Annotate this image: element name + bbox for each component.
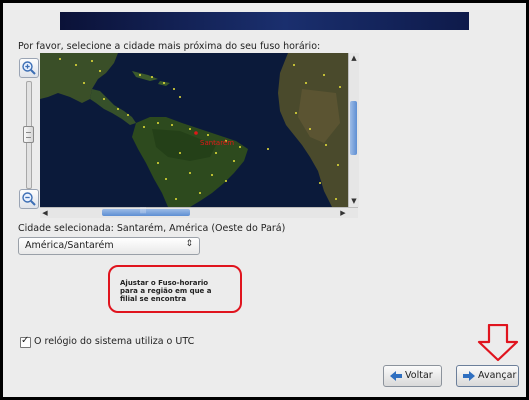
zoom-slider-handle[interactable] bbox=[23, 126, 34, 143]
utc-checkbox[interactable] bbox=[20, 335, 31, 348]
vertical-scroll-thumb[interactable] bbox=[350, 101, 357, 155]
scroll-down-icon[interactable]: ▼ bbox=[349, 196, 359, 207]
zoom-out-icon bbox=[22, 192, 36, 206]
selected-city-marker-label: Santarém bbox=[200, 139, 235, 147]
timezone-dropdown-value: América/Santarém bbox=[25, 240, 114, 251]
map-horizontal-scrollbar[interactable]: ◀ ▶ bbox=[40, 207, 358, 218]
timezone-dropdown[interactable]: América/Santarém ⇕ bbox=[18, 237, 200, 255]
world-map-image bbox=[40, 53, 348, 207]
zoom-in-icon bbox=[22, 61, 36, 75]
timezone-map[interactable]: Santarém bbox=[40, 53, 348, 207]
annotation-text: Ajustar o Fuso-horario para a região em … bbox=[120, 279, 212, 303]
back-button-label: Voltar bbox=[405, 370, 433, 381]
horizontal-scroll-thumb[interactable] bbox=[102, 207, 190, 216]
selected-city-label: Cidade selecionada: Santarém, América (O… bbox=[18, 223, 286, 234]
map-vertical-scrollbar[interactable]: ▲ ▼ bbox=[348, 53, 359, 207]
header-banner bbox=[60, 12, 469, 30]
utc-checkbox-label: O relógio do sistema utiliza o UTC bbox=[34, 336, 195, 347]
red-down-arrow-icon bbox=[477, 324, 519, 362]
annotation-callout: Ajustar o Fuso-horario para a região em … bbox=[108, 265, 242, 313]
installer-window: Por favor, selecione a cidade mais próxi… bbox=[3, 3, 526, 397]
scroll-left-icon[interactable]: ◀ bbox=[40, 208, 50, 218]
next-button-label: Avançar bbox=[478, 370, 517, 381]
scroll-up-icon[interactable]: ▲ bbox=[349, 53, 359, 64]
back-button[interactable]: Voltar bbox=[383, 365, 442, 387]
zoom-out-button[interactable] bbox=[19, 189, 39, 209]
next-button[interactable]: Avançar bbox=[456, 365, 519, 387]
scroll-right-icon[interactable]: ▶ bbox=[338, 208, 348, 218]
zoom-in-button[interactable] bbox=[19, 58, 39, 78]
arrow-right-icon bbox=[463, 371, 475, 381]
dropdown-arrows-icon: ⇕ bbox=[185, 239, 193, 249]
arrow-left-icon bbox=[390, 371, 402, 381]
page-prompt: Por favor, selecione a cidade mais próxi… bbox=[18, 41, 321, 52]
